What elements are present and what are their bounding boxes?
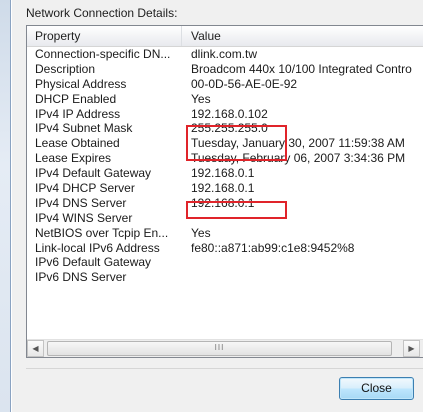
value-cell: dlink.com.tw: [191, 47, 258, 61]
details-listview[interactable]: Property Value Connection-specific DN...…: [26, 25, 423, 358]
table-row[interactable]: Description Broadcom 440x 10/100 Integra…: [27, 62, 423, 77]
table-row[interactable]: IPv4 DHCP Server 192.168.0.1: [27, 181, 423, 196]
table-row[interactable]: Physical Address 00-0D-56-AE-0E-92: [27, 77, 423, 92]
table-row[interactable]: IPv4 IP Address 192.168.0.102: [27, 107, 423, 122]
table-row[interactable]: Lease Obtained Tuesday, January 30, 2007…: [27, 136, 423, 151]
table-row[interactable]: IPv6 Default Gateway: [27, 255, 423, 270]
value-cell: 00-0D-56-AE-0E-92: [191, 76, 298, 91]
listview-rows: Connection-specific DN... dlink.com.tw D…: [27, 47, 423, 285]
column-header-value[interactable]: Value: [182, 26, 423, 46]
property-cell: Physical Address: [35, 76, 127, 91]
close-button[interactable]: Close: [339, 377, 414, 400]
dialog-caption: Network Connection Details:: [26, 6, 178, 20]
property-cell: IPv6 DNS Server: [35, 270, 127, 285]
property-cell: IPv4 WINS Server: [35, 210, 133, 225]
table-row[interactable]: DHCP Enabled Yes: [27, 92, 423, 107]
value-cell: 192.168.0.1: [191, 181, 255, 196]
scroll-right-arrow-icon[interactable]: ▶: [403, 340, 420, 357]
value-cell: fe80::a871:ab99:c1e8:9452%8: [191, 240, 355, 255]
table-row[interactable]: IPv4 Subnet Mask 255.255.255.0: [27, 121, 423, 136]
scroll-thumb[interactable]: III: [47, 341, 392, 356]
value-cell: 192.168.0.1: [191, 195, 255, 210]
property-cell: DHCP Enabled: [35, 91, 117, 106]
property-cell: IPv4 DHCP Server: [35, 181, 135, 196]
property-cell: IPv4 Default Gateway: [35, 166, 152, 181]
property-cell: Link-local IPv6 Address: [35, 240, 160, 255]
table-row[interactable]: IPv6 DNS Server: [27, 270, 423, 285]
value-cell: 192.168.0.1: [191, 166, 255, 181]
table-row[interactable]: Link-local IPv6 Address fe80::a871:ab99:…: [27, 241, 423, 256]
value-cell: Tuesday, February 06, 2007 3:34:36 PM: [191, 151, 406, 166]
table-row[interactable]: NetBIOS over Tcpip En... Yes: [27, 226, 423, 241]
property-cell: IPv4 DNS Server: [35, 195, 127, 210]
listview-header: Property Value: [27, 26, 423, 47]
table-row[interactable]: IPv4 DNS Server 192.168.0.1: [27, 196, 423, 211]
table-row[interactable]: IPv4 Default Gateway 192.168.0.1: [27, 166, 423, 181]
table-row[interactable]: Connection-specific DN... dlink.com.tw: [27, 47, 423, 62]
property-cell: IPv4 IP Address: [35, 106, 121, 121]
value-cell: 255.255.255.0: [191, 121, 268, 136]
value-cell: Yes: [191, 225, 211, 240]
property-cell: IPv6 Default Gateway: [35, 255, 152, 270]
property-cell: Connection-specific DN...: [35, 47, 171, 61]
value-cell: Tuesday, January 30, 2007 11:59:38 AM: [191, 136, 405, 151]
table-row[interactable]: Lease Expires Tuesday, February 06, 2007…: [27, 151, 423, 166]
value-cell: Yes: [191, 91, 211, 106]
property-cell: IPv4 Subnet Mask: [35, 121, 133, 136]
table-row[interactable]: IPv4 WINS Server: [27, 211, 423, 226]
column-header-property[interactable]: Property: [27, 26, 182, 46]
property-cell: Lease Obtained: [35, 136, 120, 151]
property-cell: NetBIOS over Tcpip En...: [35, 225, 169, 240]
property-cell: Lease Expires: [35, 151, 112, 166]
value-cell: Broadcom 440x 10/100 Integrated Contro: [191, 61, 412, 76]
scroll-left-arrow-icon[interactable]: ◀: [27, 340, 44, 357]
property-cell: Description: [35, 61, 96, 76]
horizontal-scrollbar[interactable]: ◀ III ▶: [27, 339, 423, 357]
dialog-separator: [26, 368, 423, 369]
value-cell: 192.168.0.102: [191, 106, 268, 121]
